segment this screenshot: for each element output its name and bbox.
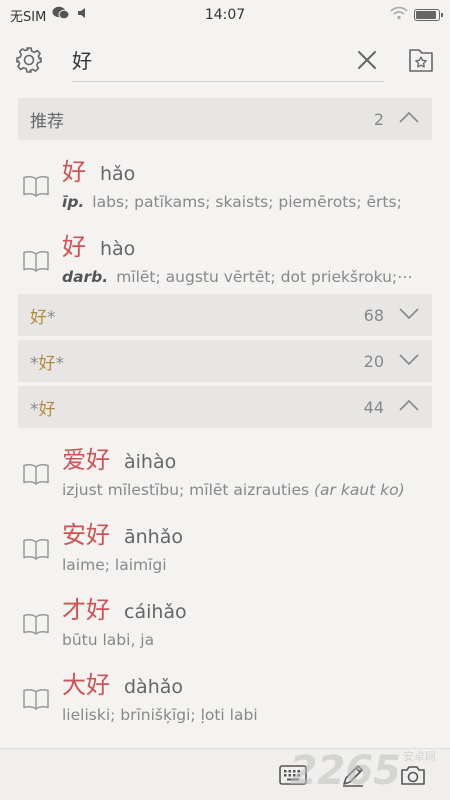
- entry-pinyin: hào: [100, 238, 136, 260]
- status-time: 14:07: [204, 7, 246, 23]
- group-title-char: 好: [38, 353, 56, 374]
- group-header-prefix[interactable]: 好* 68: [18, 294, 432, 336]
- group-title-prefix: *: [30, 399, 39, 420]
- entry-definition: lieliski; brīnišķīgi; ļoti labi: [62, 706, 258, 724]
- status-bar: 无SIM 14:07: [0, 0, 450, 30]
- chevron-down-icon: [398, 351, 420, 371]
- book-icon: [22, 174, 52, 202]
- search-input[interactable]: [72, 47, 350, 72]
- entry-pinyin: àihào: [124, 451, 177, 473]
- book-icon: [22, 462, 52, 490]
- entry-pinyin: dàhǎo: [124, 676, 184, 698]
- camera-icon[interactable]: [396, 758, 430, 792]
- entry-hanzi: 爱好: [62, 446, 110, 474]
- entry-pinyin: ānhǎo: [124, 526, 183, 548]
- entry-definition: mīlēt; augstu vērtēt; dot priekšroku;⋯: [116, 268, 413, 286]
- chevron-up-icon: [398, 397, 420, 417]
- group-title: *好*: [30, 349, 364, 374]
- entry-pinyin: cáihǎo: [124, 601, 187, 623]
- chevron-down-icon: [398, 305, 420, 325]
- clear-x-icon[interactable]: [350, 43, 384, 77]
- bottom-toolbar: [0, 748, 450, 800]
- book-icon: [22, 537, 52, 565]
- list-item[interactable]: 好 hào darb. mīlēt; augstu vērtēt; dot pri…: [18, 219, 432, 294]
- battery-icon: [414, 9, 443, 21]
- group-header-suffix[interactable]: *好 44: [18, 386, 432, 428]
- group-count: 68: [363, 305, 384, 325]
- list-item[interactable]: 爱好 àihào izjust mīlestību; mīlēt aizraut…: [18, 432, 432, 507]
- group-count: 20: [363, 351, 384, 371]
- entry-definition: labs; patīkams; skaists; piemērots; ērts…: [92, 193, 402, 211]
- entry-note: (ar kaut ko): [314, 481, 405, 499]
- group-title-suffix: *: [47, 307, 56, 328]
- group-title-char: 好: [38, 399, 56, 420]
- group-title: *好: [30, 395, 364, 420]
- group-count: 44: [363, 397, 384, 417]
- chevron-up-icon: [398, 109, 420, 129]
- book-icon: [22, 249, 52, 277]
- list-item[interactable]: 安好 ānhǎo laime; laimīgi: [18, 507, 432, 582]
- entry-hanzi: 才好: [62, 596, 110, 624]
- settings-gear-icon[interactable]: [12, 43, 46, 77]
- list-item[interactable]: 好 hǎo īp. labs; patīkams; skaists; piemēr…: [18, 144, 432, 219]
- group-title: 推荐: [30, 111, 64, 132]
- group-header-contains[interactable]: *好* 20: [18, 340, 432, 382]
- pencil-icon[interactable]: [336, 758, 370, 792]
- search-field: [72, 38, 384, 82]
- entry-hanzi: 好: [62, 233, 86, 261]
- entry-hanzi: 好: [62, 158, 86, 186]
- entry-hanzi: 安好: [62, 521, 110, 549]
- entry-definition: laime; laimīgi: [62, 556, 167, 574]
- entry-definition: būtu labi, ja: [62, 631, 155, 649]
- entry-hanzi: 大好: [62, 671, 110, 699]
- battery-fill: [416, 11, 436, 19]
- favorites-folder-star-icon[interactable]: [404, 43, 438, 77]
- search-bar: [0, 30, 450, 90]
- list-item[interactable]: 才好 cáihǎo būtu labi, ja: [18, 582, 432, 657]
- group-title: 好*: [30, 303, 364, 328]
- entry-part-of-speech: darb.: [62, 268, 109, 286]
- entry-pinyin: hǎo: [100, 163, 136, 185]
- list-item[interactable]: 大好 dàhǎo lieliski; brīnišķīgi; ļoti labi: [18, 657, 432, 732]
- group-count: 2: [373, 109, 384, 129]
- entry-definition: izjust mīlestību; mīlēt aizrauties: [62, 481, 310, 499]
- group-title-suffix: *: [55, 353, 65, 374]
- book-icon: [22, 687, 52, 715]
- book-icon: [22, 612, 52, 640]
- group-title-char: 好: [30, 307, 47, 328]
- keyboard-icon[interactable]: [276, 758, 310, 792]
- group-header-recommended[interactable]: 推荐 2: [18, 98, 432, 140]
- group-title-prefix: *: [30, 353, 39, 374]
- results-list: 推荐 2 好 hǎo īp. labs; patīkams; skaists; p…: [0, 98, 450, 748]
- entry-part-of-speech: īp.: [62, 193, 85, 211]
